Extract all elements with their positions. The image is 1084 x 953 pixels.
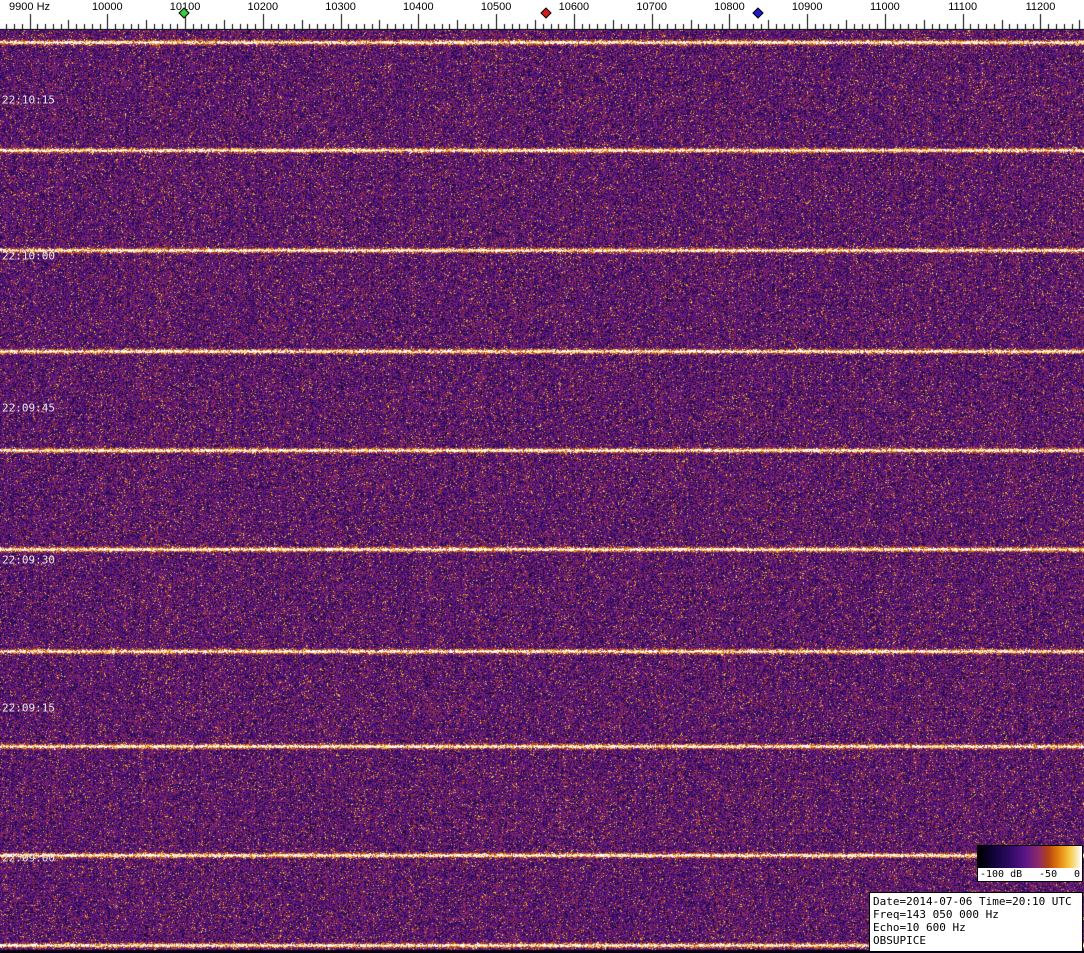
frequency-tick-label: 10000 xyxy=(92,1,123,13)
info-date-time: Date=2014-07-06 Time=20:10 UTC xyxy=(873,895,1079,908)
frequency-tick-label: 9900 Hz xyxy=(9,1,50,13)
frequency-tick-label: 10300 xyxy=(325,1,356,13)
colorbar-label-mid: -50 xyxy=(1039,869,1057,880)
time-label: 22:09:45 xyxy=(2,402,55,415)
frequency-tick-label: 11000 xyxy=(870,1,900,13)
frequency-ruler: 9900 Hz 10000 10100 10200 10300 10400 10500 106… xyxy=(0,0,1084,30)
frequency-tick-label: 10200 xyxy=(248,1,279,13)
frequency-tick-label: 10800 xyxy=(714,1,745,13)
colorbar-label-min: -100 dB xyxy=(980,869,1022,880)
info-station-name: OBSUPICE xyxy=(873,934,1079,947)
frequency-tick-label: 11200 xyxy=(1026,1,1056,13)
colorbar-gradient xyxy=(978,846,1082,868)
frequency-tick-label: 10500 xyxy=(481,1,512,13)
frequency-tick-label: 10700 xyxy=(636,1,667,13)
frequency-tick-label: 10900 xyxy=(792,1,823,13)
info-frequency: Freq=143 050 000 Hz xyxy=(873,908,1079,921)
colorbar-labels: -100 dB -50 0 xyxy=(978,868,1082,881)
spectrogram-waterfall xyxy=(0,30,1084,953)
time-label: 22:10:00 xyxy=(2,250,55,263)
frequency-tick-label: 10600 xyxy=(559,1,590,13)
time-label: 22:10:15 xyxy=(2,94,55,107)
time-label: 22:09:30 xyxy=(2,554,55,567)
spectrogram-app-window: 9900 Hz 10000 10100 10200 10300 10400 10500 106… xyxy=(0,0,1084,953)
time-label: 22:09:00 xyxy=(2,852,55,865)
frequency-tick-label: 10400 xyxy=(403,1,434,13)
colorbar-label-max: 0 xyxy=(1074,869,1080,880)
colorbar: -100 dB -50 0 xyxy=(977,845,1083,882)
info-echo-frequency: Echo=10 600 Hz xyxy=(873,921,1079,934)
frequency-tick-label: 11100 xyxy=(948,1,977,13)
observation-info-box: Date=2014-07-06 Time=20:10 UTC Freq=143 … xyxy=(869,892,1083,952)
time-label: 22:09:15 xyxy=(2,702,55,715)
